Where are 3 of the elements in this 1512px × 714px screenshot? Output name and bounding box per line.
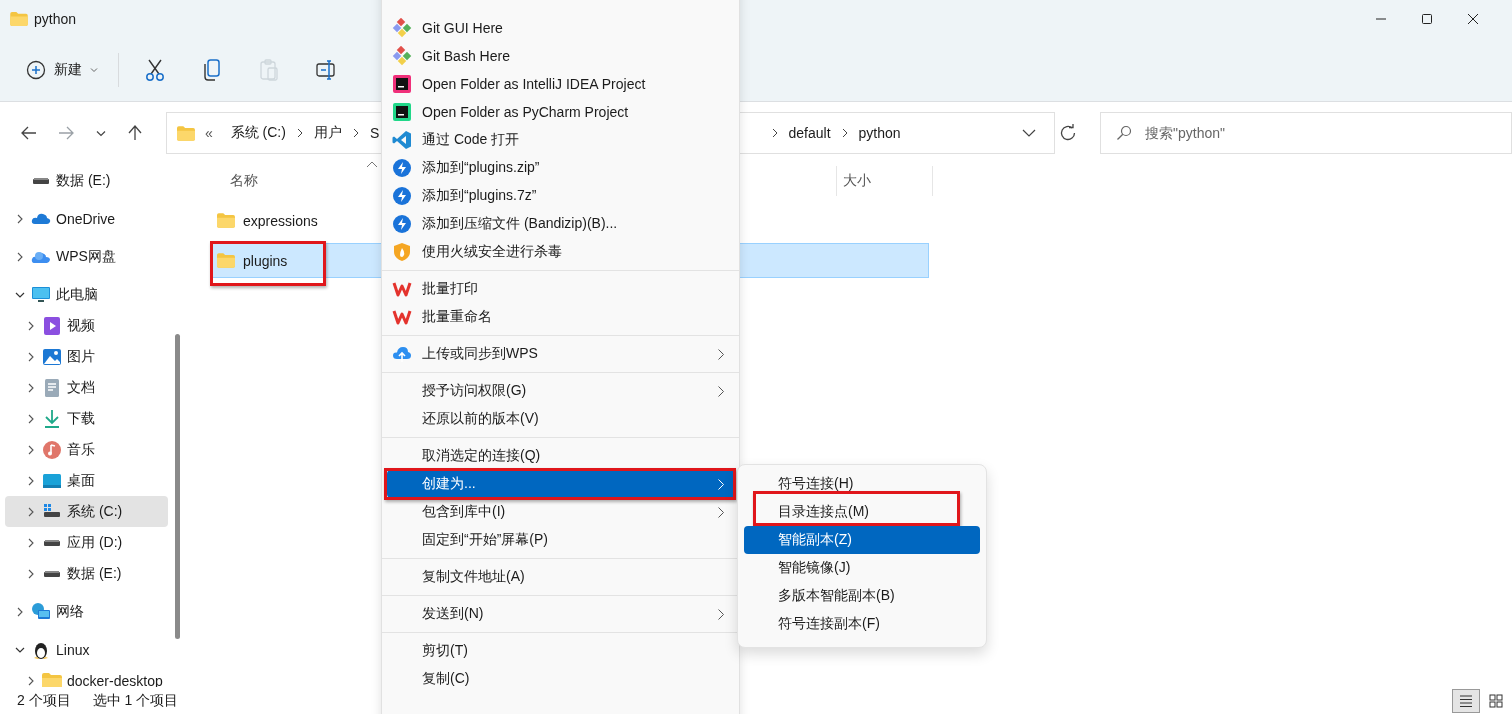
window-title: python (34, 11, 77, 27)
selection-count: 选中 1 个项目 (92, 691, 179, 710)
item-count: 2 个项目 (17, 691, 71, 710)
